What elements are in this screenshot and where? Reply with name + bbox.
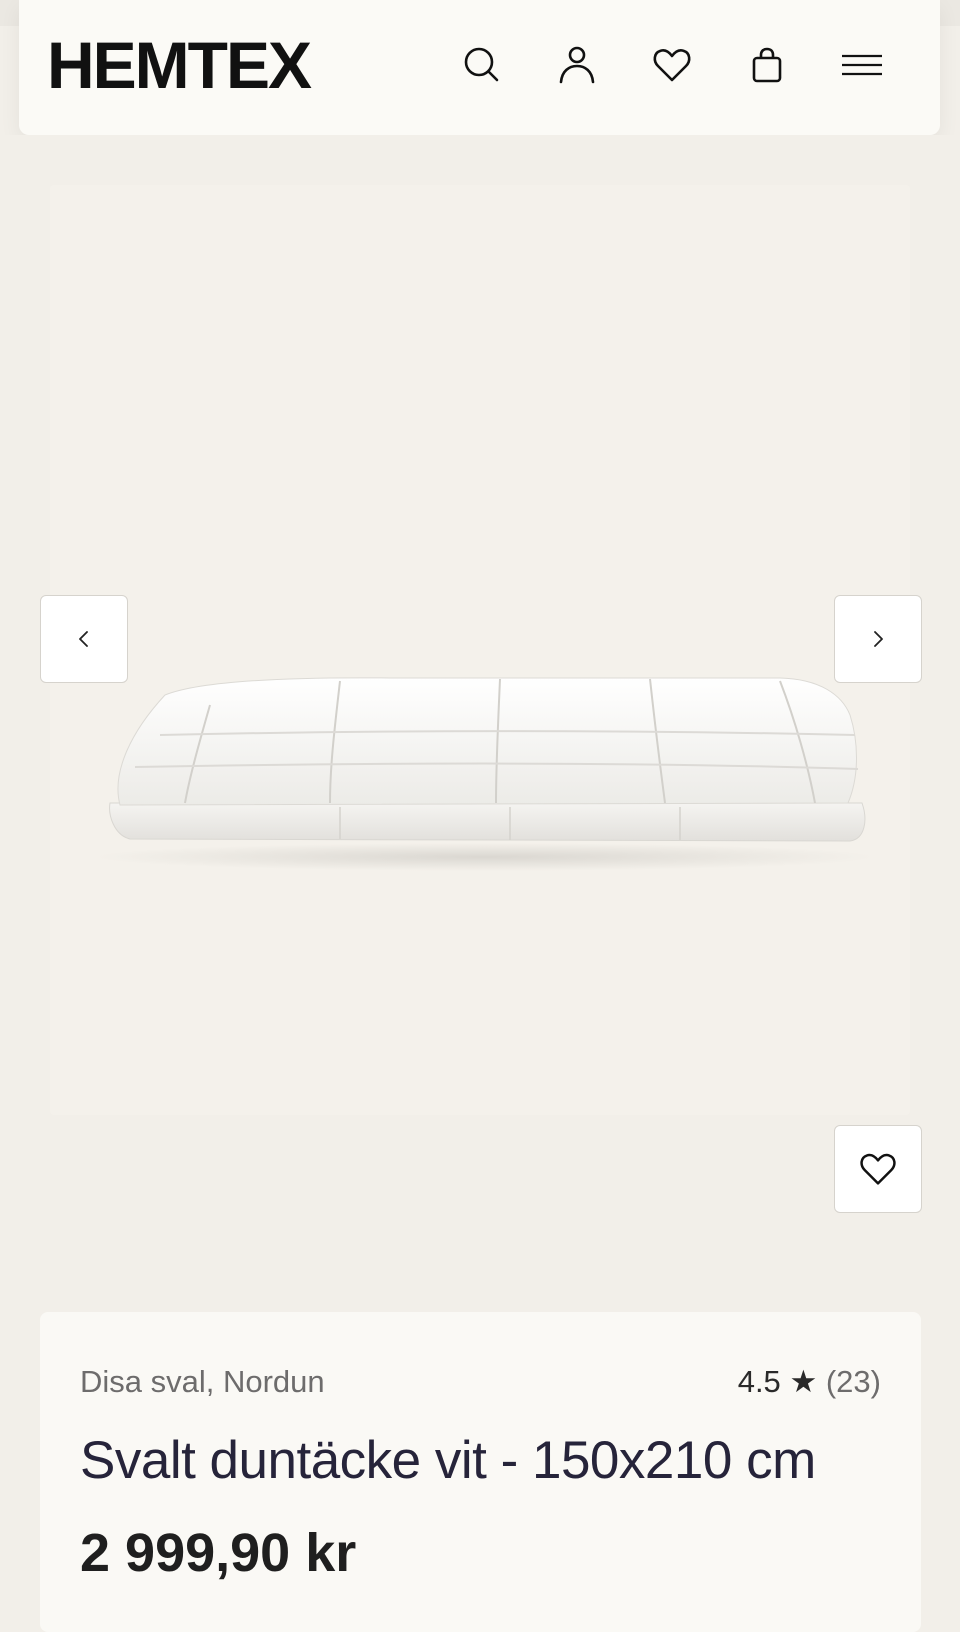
account-button[interactable] — [552, 40, 602, 90]
chevron-right-icon — [874, 631, 883, 647]
product-image — [90, 535, 880, 875]
heart-icon — [860, 1153, 896, 1185]
rating-value: 4.5 — [737, 1364, 781, 1399]
bag-icon — [752, 47, 782, 83]
menu-button[interactable] — [837, 40, 887, 90]
gallery-prev-button[interactable] — [40, 595, 128, 683]
product-info-card: Disa sval, Nordun 4.5 ★ (23) Svalt duntä… — [40, 1312, 921, 1632]
search-icon — [464, 47, 499, 82]
product-brand[interactable]: Disa sval, Nordun — [80, 1364, 325, 1400]
menu-icon — [842, 54, 882, 76]
gallery-next-button[interactable] — [834, 595, 922, 683]
duvet-illustration — [95, 677, 875, 871]
product-title: Svalt duntäcke vit - 150x210 cm — [80, 1431, 816, 1490]
product-price: 2 999,90 kr — [80, 1523, 357, 1583]
account-icon — [559, 46, 595, 84]
chevron-left-icon — [79, 631, 88, 647]
search-button[interactable] — [457, 40, 507, 90]
add-to-wishlist-button[interactable] — [834, 1125, 922, 1213]
hemtex-logo[interactable]: HEMTEX — [47, 30, 312, 100]
product-rating[interactable]: 4.5 ★ (23) — [738, 1364, 881, 1400]
product-gallery — [0, 135, 960, 1235]
rating-count: (23) — [825, 1364, 881, 1399]
heart-icon — [653, 49, 691, 82]
site-header: HEMTEX — [19, 0, 940, 135]
cart-button[interactable] — [742, 40, 792, 90]
star-icon: ★ — [789, 1364, 818, 1399]
wishlist-button[interactable] — [647, 40, 697, 90]
